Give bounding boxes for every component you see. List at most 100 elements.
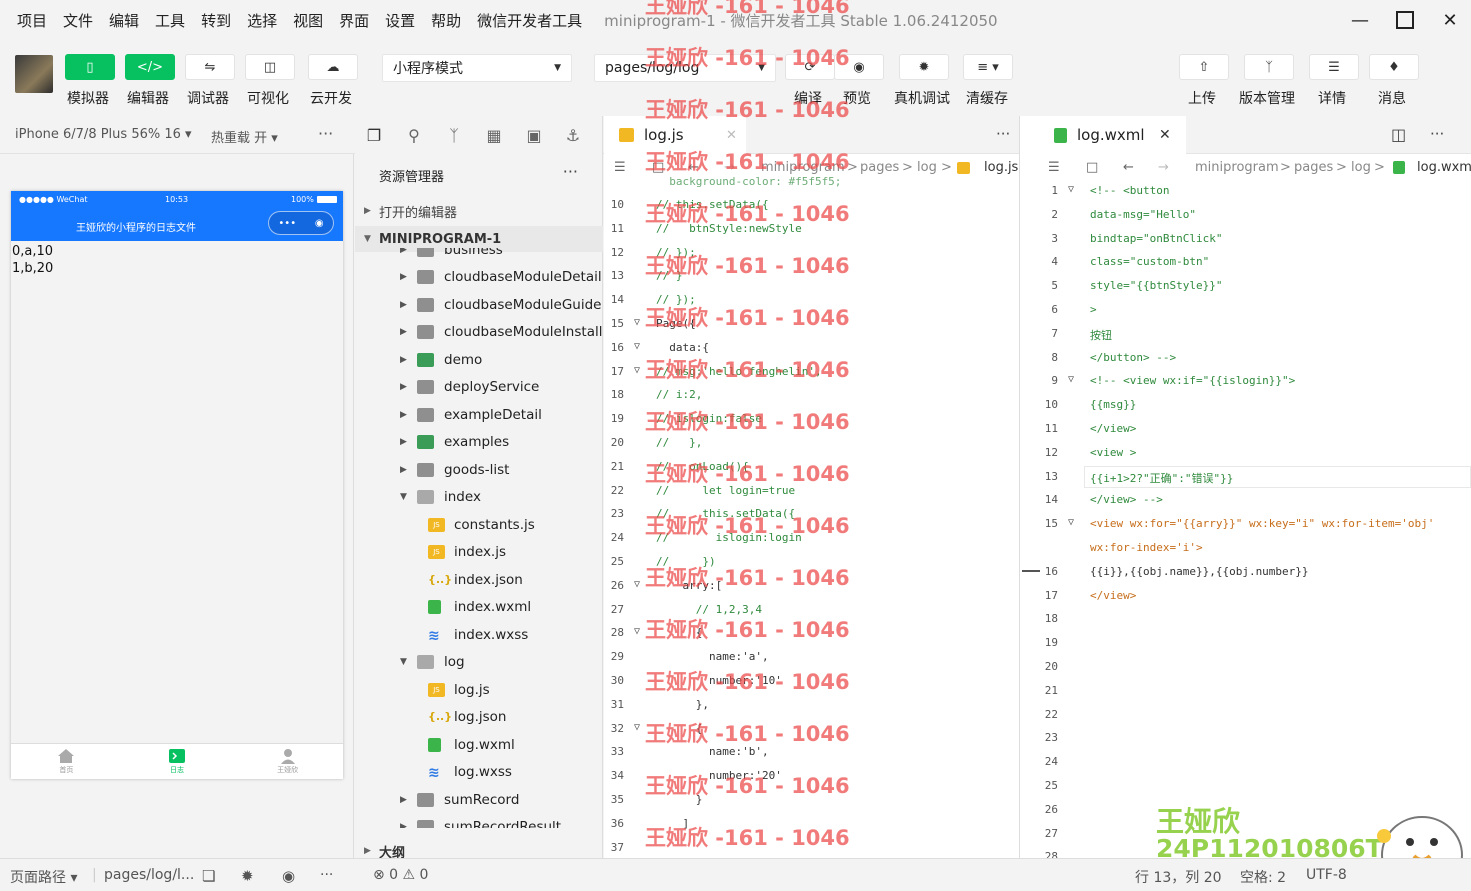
crumb-file[interactable]: log.js <box>984 160 1018 175</box>
menu-tools[interactable]: 工具 <box>155 10 185 31</box>
problems-indicator[interactable]: ⊗ 0 ⚠ 0 <box>373 867 428 883</box>
fold-chevron-icon[interactable]: ▽ <box>634 579 640 590</box>
explorer-more-icon[interactable]: ··· <box>563 162 578 181</box>
tree-item[interactable]: ▶ demo <box>355 346 603 373</box>
menu-project[interactable]: 项目 <box>17 10 47 31</box>
search-icon[interactable]: ⚲ <box>403 124 425 146</box>
tab-logwxml[interactable]: log.wxml ✕ <box>1040 116 1186 154</box>
tree-item[interactable]: ▶ exampleDetail <box>355 401 603 428</box>
back-arrow-icon[interactable]: ← <box>688 160 699 175</box>
crumb-pages[interactable]: pages <box>860 160 899 175</box>
capsule-button[interactable]: ••• ◉ <box>268 211 334 235</box>
visual-button[interactable]: ◫ <box>245 54 295 80</box>
bug-icon[interactable]: ✹ <box>241 867 254 885</box>
more-icon[interactable]: ··· <box>320 867 333 883</box>
cursor-position[interactable]: 行 13，列 20 <box>1135 867 1222 887</box>
files-icon[interactable]: ❐ <box>363 124 385 146</box>
fold-chevron-icon[interactable]: ▽ <box>634 317 640 328</box>
fold-chevron-icon[interactable]: ▽ <box>1068 374 1074 385</box>
menu-edit[interactable]: 编辑 <box>109 10 139 31</box>
maximize-icon[interactable] <box>1391 6 1419 34</box>
crumb-root[interactable]: miniprogram <box>761 160 845 175</box>
real-debug-button[interactable]: ✹ <box>899 54 949 80</box>
simulator-button[interactable]: ▯ <box>65 54 115 80</box>
forward-arrow-icon[interactable]: → <box>724 160 735 175</box>
tree-item[interactable]: ▶ deployService <box>355 374 603 401</box>
tab-close-icon[interactable]: ✕ <box>1159 127 1171 143</box>
tab-log[interactable]: 日志 <box>122 744 233 779</box>
tree-item[interactable]: index.wxml <box>355 594 603 621</box>
bookmark-icon[interactable]: □ <box>1086 160 1098 175</box>
tab-close-icon[interactable]: ✕ <box>726 128 737 143</box>
crumb-pages[interactable]: pages <box>1294 160 1333 175</box>
tree-item[interactable]: log.wxml <box>355 731 603 758</box>
tree-item[interactable]: ▶ cloudbaseModuleInstall... <box>355 319 603 346</box>
tree-item[interactable]: ▶ cloudbaseModuleDetail <box>355 264 603 291</box>
menu-settings[interactable]: 设置 <box>385 10 415 31</box>
cloud-button[interactable]: ☁ <box>308 54 358 80</box>
tree-item[interactable]: JS constants.js <box>355 511 603 538</box>
close-icon[interactable]: ✕ <box>1436 6 1464 34</box>
tree-item[interactable]: ▶ goods-list <box>355 456 603 483</box>
debug-panel-icon[interactable]: ▣ <box>523 124 545 146</box>
editor-more-icon[interactable]: ··· <box>1430 125 1444 143</box>
tree-item[interactable]: ▶ examples <box>355 429 603 456</box>
extensions-icon[interactable]: ▦ <box>483 124 505 146</box>
forward-arrow-icon[interactable]: → <box>1158 160 1169 175</box>
preview-button[interactable]: ◉ <box>834 54 884 80</box>
open-editors-section[interactable]: ▶ 打开的编辑器 <box>355 198 603 224</box>
crumb-file[interactable]: log.wxml <box>1417 160 1471 175</box>
crumb-log[interactable]: log <box>1351 160 1371 175</box>
avatar[interactable] <box>15 55 53 93</box>
hot-reload-toggle[interactable]: 热重载 开 ▾ <box>211 127 278 146</box>
tree-item[interactable]: JS log.js <box>355 676 603 703</box>
tree-item[interactable]: {..} log.json <box>355 704 603 731</box>
list-icon[interactable]: ☰ <box>614 160 626 175</box>
encoding[interactable]: UTF-8 <box>1306 867 1347 883</box>
fold-chevron-icon[interactable]: ▽ <box>634 626 640 637</box>
crumb-log[interactable]: log <box>917 160 937 175</box>
page-path-select[interactable]: 页面路径 ▾ <box>10 867 77 887</box>
menu-view[interactable]: 视图 <box>293 10 323 31</box>
menu-select[interactable]: 选择 <box>247 10 277 31</box>
eye-icon[interactable]: ◉ <box>282 867 295 885</box>
menu-help[interactable]: 帮助 <box>431 10 461 31</box>
tab-logjs[interactable]: log.js ✕ <box>604 116 746 154</box>
menu-goto[interactable]: 转到 <box>201 10 231 31</box>
editor-button[interactable]: </> <box>125 54 175 80</box>
clear-cache-button[interactable]: ≡ ▾ <box>963 54 1013 80</box>
tree-item[interactable]: ▼ log <box>355 649 603 676</box>
debugger-button[interactable]: ⇋ <box>185 54 235 80</box>
tree-item[interactable]: ▶ cloudbaseModuleGuide <box>355 291 603 318</box>
tab-profile[interactable]: 王娅欣 <box>232 744 343 779</box>
version-button[interactable]: ᛉ <box>1244 54 1294 80</box>
copy-icon[interactable]: ❏ <box>202 867 215 885</box>
fold-chevron-icon[interactable]: ▽ <box>1068 184 1074 195</box>
tree-item[interactable]: {..} index.json <box>355 566 603 593</box>
menu-interface[interactable]: 界面 <box>339 10 369 31</box>
details-button[interactable]: ☰ <box>1309 54 1359 80</box>
fold-chevron-icon[interactable]: ▽ <box>1068 517 1074 528</box>
messages-button[interactable]: ♦ <box>1369 54 1419 80</box>
menu-wechat-devtools[interactable]: 微信开发者工具 <box>477 10 582 31</box>
tree-item[interactable]: JS index.js <box>355 539 603 566</box>
more-icon[interactable]: ··· <box>318 124 333 143</box>
split-editor-icon[interactable]: ◫ <box>1391 125 1406 144</box>
fold-chevron-icon[interactable]: ▽ <box>634 365 640 376</box>
tree-item[interactable]: ▶ sumRecordResult <box>355 814 603 828</box>
crumb-root[interactable]: miniprogram <box>1195 160 1279 175</box>
device-select[interactable]: iPhone 6/7/8 Plus 56% 16 ▾ <box>15 127 192 142</box>
tree-item[interactable]: ▶ business <box>355 248 603 263</box>
bookmark-icon[interactable]: □ <box>652 160 664 175</box>
minimize-icon[interactable]: — <box>1346 6 1374 34</box>
source-control-icon[interactable]: ᛉ <box>443 124 465 146</box>
list-icon[interactable]: ☰ <box>1048 160 1060 175</box>
editor-more-icon[interactable]: ··· <box>996 125 1010 143</box>
tree-item[interactable]: ≋ index.wxss <box>355 621 603 648</box>
editor-splitter[interactable] <box>1020 116 1040 858</box>
tab-home[interactable]: 首页 <box>11 744 122 779</box>
compile-button[interactable]: ⟳ <box>785 54 835 80</box>
upload-button[interactable]: ⇧ <box>1179 54 1229 80</box>
fold-chevron-icon[interactable]: ▽ <box>634 341 640 352</box>
indentation[interactable]: 空格: 2 <box>1240 867 1286 887</box>
